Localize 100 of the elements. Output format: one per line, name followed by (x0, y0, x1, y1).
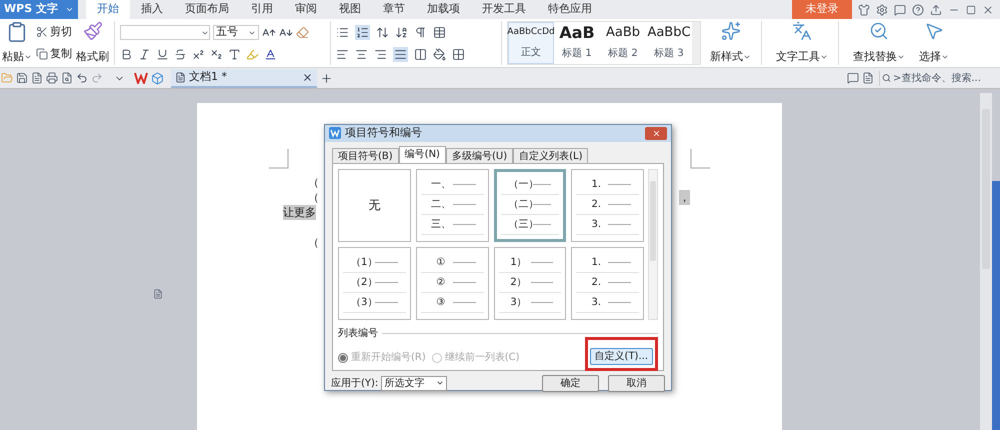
undo-icon[interactable] (76, 72, 88, 84)
cube-icon[interactable] (151, 72, 164, 84)
ok-button[interactable]: 确定 (542, 374, 599, 392)
paste-options-icon[interactable] (153, 289, 163, 299)
help-icon[interactable] (912, 4, 924, 16)
document-text: （ (308, 175, 319, 190)
borders-icon[interactable] (452, 48, 465, 60)
scissors-icon (36, 26, 48, 38)
app-menu-button[interactable]: WPS 文字 (0, 0, 78, 19)
style-preset[interactable]: AaB 标题 1 (554, 22, 600, 64)
ribbon-tab[interactable]: 开发工具 (471, 0, 537, 19)
eraser-icon[interactable] (296, 26, 309, 39)
command-search-field[interactable]: >查找命令、搜索... (879, 70, 999, 86)
corner-mark (690, 149, 710, 169)
dialog-tab[interactable]: 项目符号(B) (332, 148, 399, 162)
ribbon-tab[interactable]: 插入 (130, 0, 174, 19)
document-icon (175, 72, 186, 82)
numbering-option[interactable]: ① ② ③ (416, 246, 488, 320)
paste-button[interactable]: 粘贴 (2, 21, 32, 65)
feedback-icon[interactable] (894, 4, 906, 16)
numbered-list-icon[interactable] (355, 24, 370, 40)
numbering-option[interactable]: 1） 2） 3） (494, 246, 566, 320)
magnifier-icon (869, 21, 889, 41)
upload-icon[interactable] (930, 4, 942, 16)
font-size-field[interactable]: 五号 (213, 25, 259, 40)
caret-icon (65, 5, 74, 14)
print-icon[interactable] (46, 72, 58, 84)
pilcrow-icon[interactable] (414, 26, 427, 38)
preview-icon[interactable] (61, 72, 73, 84)
cancel-button[interactable]: 取消 (608, 374, 665, 392)
justify-icon[interactable] (393, 46, 408, 62)
scrollbar[interactable] (648, 168, 658, 320)
save-icon[interactable] (16, 72, 28, 84)
document-icon[interactable] (31, 72, 43, 84)
apply-to-select[interactable]: 所选文字 (381, 376, 448, 390)
list-marker: 3. (590, 218, 602, 232)
table-icon[interactable] (433, 26, 446, 38)
sparkle-icon (720, 21, 740, 41)
font-name-field[interactable] (120, 25, 210, 40)
format-painter-button[interactable]: 格式刷 (76, 21, 109, 65)
style-preset[interactable]: AaBb 标题 2 (600, 22, 646, 64)
copy-button[interactable]: 复制 (36, 46, 72, 62)
font-color-icon[interactable] (264, 48, 277, 61)
ribbon-button[interactable]: 查找替换 (848, 21, 910, 65)
text-effect-icon[interactable] (228, 48, 241, 61)
ribbon-tab[interactable]: 视图 (328, 0, 372, 19)
bold-icon[interactable] (120, 48, 133, 61)
settings-icon[interactable] (876, 4, 888, 16)
close-icon[interactable] (302, 72, 313, 82)
underline-icon[interactable] (156, 48, 169, 61)
ribbon-tab[interactable]: 审阅 (284, 0, 328, 19)
dialog-title: 项目符号和编号 (345, 125, 423, 141)
numbering-option[interactable]: 一、 二、 三、 (416, 168, 488, 242)
ribbon-button[interactable]: 选择 (914, 21, 954, 65)
dialog-tab[interactable]: 自定义列表(L) (513, 148, 588, 162)
skin-icon[interactable] (858, 4, 870, 16)
document-icon[interactable] (862, 72, 874, 84)
ribbon-button[interactable]: 文字工具 (771, 21, 833, 65)
gallery-scrollbar[interactable] (692, 22, 700, 64)
vertical-scrollbar[interactable] (980, 93, 992, 430)
ribbon-tab[interactable]: 页面布局 (174, 0, 240, 19)
align-left-icon[interactable] (336, 48, 349, 60)
numbering-option[interactable]: 1. 2. 3. (571, 246, 644, 320)
numbering-option[interactable]: （一） （二） （三） (494, 168, 566, 242)
line-spacing-icon[interactable] (376, 26, 389, 38)
subscript-icon[interactable] (210, 48, 223, 61)
numbering-option[interactable]: （1） （2） （3） (338, 246, 411, 320)
ribbon-tab[interactable]: 章节 (372, 0, 416, 19)
align-right-icon[interactable] (374, 48, 387, 60)
customize-button[interactable]: 自定义(T)... (590, 348, 653, 364)
close-icon[interactable] (982, 4, 994, 16)
document-text: （ (308, 235, 319, 250)
italic-icon[interactable] (138, 48, 151, 61)
dialog-tab[interactable]: 多级编号(U) (446, 148, 514, 162)
ribbon-button[interactable]: 新样式 (705, 21, 756, 65)
maximize-icon[interactable] (966, 4, 976, 14)
ribbon-tab[interactable]: 引用 (240, 0, 284, 19)
align-center-icon[interactable] (355, 48, 368, 60)
style-preset[interactable]: AaBbC 标题 3 (646, 22, 692, 64)
chat-icon[interactable] (847, 72, 859, 84)
cut-button[interactable]: 剪切 (36, 24, 72, 40)
no-numbering-option[interactable]: 无 (338, 168, 411, 242)
close-button[interactable] (645, 126, 667, 140)
distribute-icon[interactable] (414, 48, 427, 60)
sort-icon[interactable] (395, 26, 408, 38)
numbering-option[interactable]: 1. 2. 3. (571, 168, 644, 242)
strikethrough-icon[interactable] (174, 48, 187, 61)
document-text: ， (679, 190, 690, 205)
document-tab[interactable]: 文档1 * (171, 68, 317, 88)
list-marker: 1. (590, 256, 602, 270)
dialog-tab[interactable]: 编号(N) (398, 146, 446, 162)
ribbon-tab[interactable]: 加载项 (416, 0, 471, 19)
add-tab-icon[interactable] (320, 72, 333, 84)
ribbon-tab[interactable]: 开始 (86, 0, 130, 19)
ribbon-tab[interactable]: 特色应用 (537, 0, 603, 19)
style-preset[interactable]: AaBbCcDd 正文 (508, 22, 554, 64)
w-logo-icon[interactable] (134, 72, 148, 84)
section-label: 列表编号 (338, 326, 378, 340)
superscript-icon[interactable] (192, 48, 205, 61)
shading-icon[interactable] (433, 48, 446, 60)
